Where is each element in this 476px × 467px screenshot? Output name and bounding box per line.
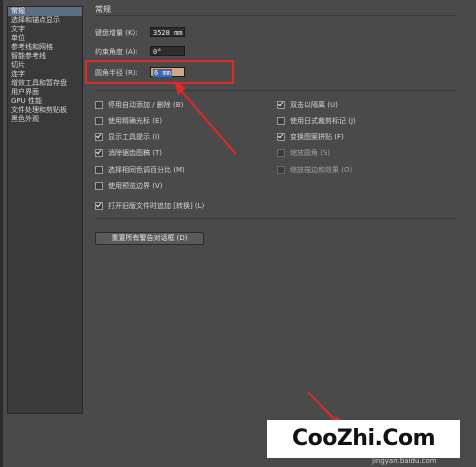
watermark-url: jingyan.baidu.com bbox=[372, 457, 437, 465]
annotation-arrows bbox=[174, 80, 342, 428]
watermark-logo: CooZhi.Com bbox=[291, 426, 436, 451]
annotation-arrow-up bbox=[174, 80, 237, 155]
